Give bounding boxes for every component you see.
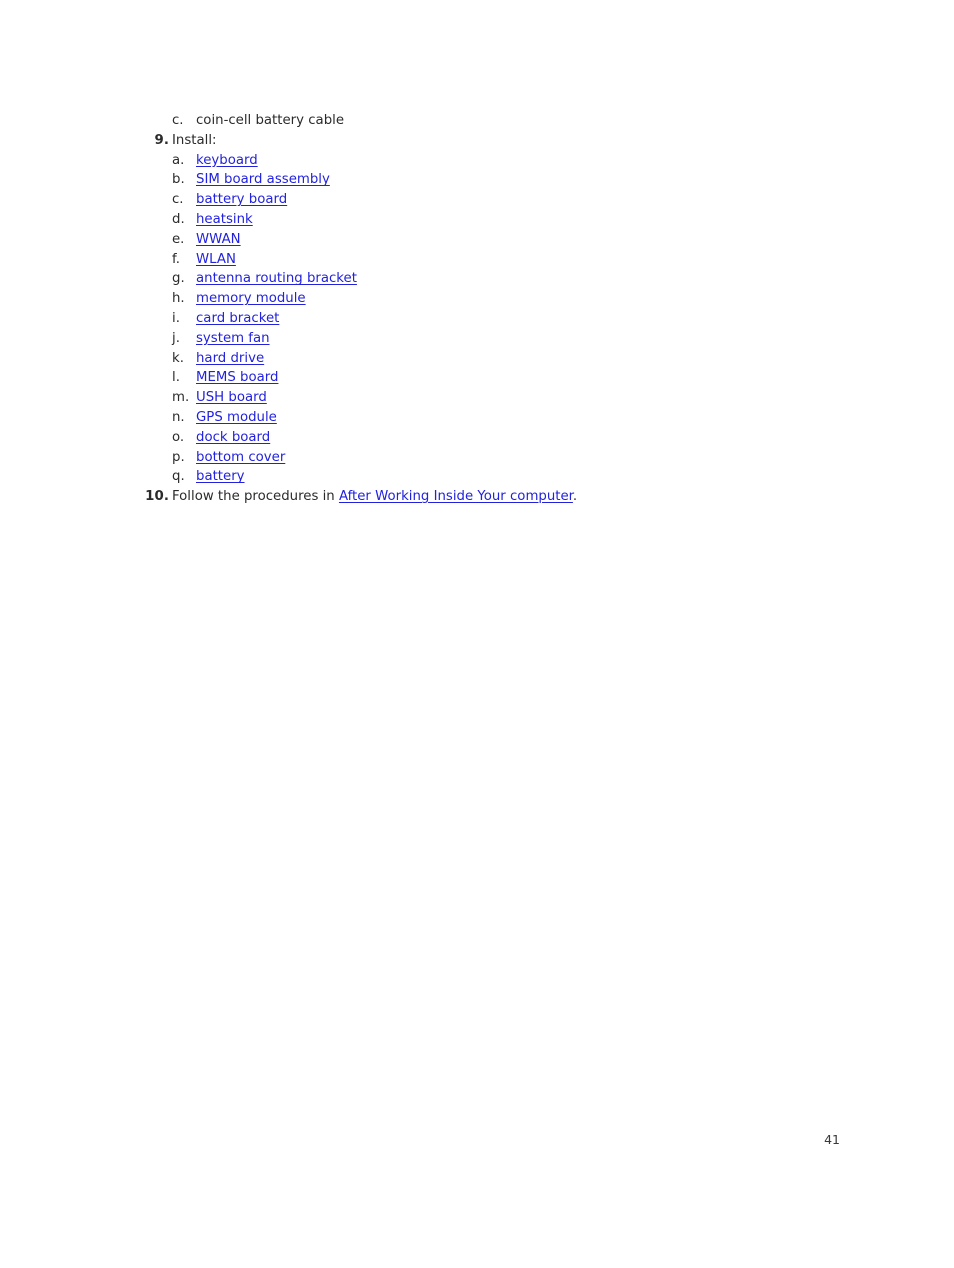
list-item-text: WWAN [196, 230, 241, 250]
component-link[interactable]: battery [196, 469, 245, 484]
lettered-subitem: d. heatsink [0, 210, 954, 230]
list-item-text: Install: [169, 131, 217, 151]
component-link[interactable]: antenna routing bracket [196, 271, 357, 286]
lettered-subitem: p. bottom cover [0, 448, 954, 468]
list-item-text: antenna routing bracket [196, 269, 357, 289]
list-item-text: hard drive [196, 349, 264, 369]
list-marker: p. [172, 449, 185, 465]
list-item-text: battery board [196, 190, 287, 210]
list-item-text: dock board [196, 428, 270, 448]
lettered-subitem: g. antenna routing bracket [0, 269, 954, 289]
list-item-text: WLAN [196, 250, 236, 270]
list-item-text: card bracket [196, 309, 279, 329]
lettered-subitem: k. hard drive [0, 349, 954, 369]
page-number: 41 [824, 1132, 840, 1147]
lettered-subitem: c. coin-cell battery cable [0, 111, 954, 131]
list-item-text: MEMS board [196, 368, 278, 388]
list-marker: m. [172, 390, 190, 406]
list-item-text: keyboard [196, 151, 258, 171]
list-marker: q. [172, 469, 185, 485]
component-link[interactable]: hard drive [196, 351, 264, 366]
list-marker: f. [172, 251, 180, 267]
lettered-subitem: c. battery board [0, 190, 954, 210]
component-link[interactable]: SIM board assembly [196, 172, 330, 187]
lettered-subitem: b. SIM board assembly [0, 170, 954, 190]
lettered-subitem: l. MEMS board [0, 368, 954, 388]
list-marker: j. [172, 330, 180, 346]
component-link[interactable]: WWAN [196, 232, 241, 247]
list-marker: h. [172, 291, 185, 307]
list-item-text: battery [196, 467, 245, 487]
list-marker: 9. [154, 132, 169, 148]
component-link[interactable]: system fan [196, 331, 270, 346]
document-page: c. coin-cell battery cable 9. Install: a. key… [0, 0, 954, 1268]
lettered-subitem: i. card bracket [0, 309, 954, 329]
list-item-text: GPS module [196, 408, 277, 428]
list-marker: c. [172, 192, 184, 208]
list-marker: e. [172, 231, 185, 247]
lettered-subitem: a. keyboard [0, 151, 954, 171]
list-marker: 10. [145, 489, 169, 505]
list-item-text: bottom cover [196, 448, 285, 468]
lettered-subitem: n. GPS module [0, 408, 954, 428]
plain-text: Install: [172, 132, 217, 148]
lettered-subitem: j. system fan [0, 329, 954, 349]
component-link[interactable]: GPS module [196, 410, 277, 425]
list-marker: c. [172, 113, 184, 128]
list-marker: a. [172, 152, 185, 168]
list-marker: d. [172, 211, 185, 227]
component-link[interactable]: card bracket [196, 311, 279, 326]
list-marker: l. [172, 370, 180, 386]
procedure-list: c. coin-cell battery cable 9. Install: a. key… [0, 111, 954, 507]
list-item-text: Follow the procedures in After Working I… [169, 487, 577, 507]
list-marker: n. [172, 409, 185, 425]
lettered-subitem: f. WLAN [0, 250, 954, 270]
list-marker: i. [172, 310, 180, 326]
step-text-prefix: Follow the procedures in [172, 489, 339, 505]
component-link[interactable]: heatsink [196, 212, 253, 227]
list-marker: o. [172, 429, 185, 445]
lettered-subitem: q. battery [0, 467, 954, 487]
component-link[interactable]: bottom cover [196, 450, 285, 465]
lettered-subitem: e. WWAN [0, 230, 954, 250]
plain-text: coin-cell battery cable [196, 113, 345, 128]
list-marker: b. [172, 172, 185, 188]
component-link[interactable]: dock board [196, 430, 270, 445]
component-link[interactable]: WLAN [196, 252, 236, 267]
list-item-text: system fan [196, 329, 270, 349]
list-marker: k. [172, 350, 184, 366]
lettered-subitem: o. dock board [0, 428, 954, 448]
list-marker: g. [172, 271, 185, 287]
step-text-suffix: . [572, 489, 578, 505]
component-link[interactable]: keyboard [196, 153, 258, 168]
cross-reference-link[interactable]: After Working Inside Your computer [339, 489, 573, 504]
list-item-text: USH board [196, 388, 267, 408]
list-item-text: SIM board assembly [196, 170, 330, 190]
list-item-text: heatsink [196, 210, 253, 230]
list-item-text: memory module [196, 289, 306, 309]
list-item-text: coin-cell battery cable [196, 111, 344, 131]
component-link[interactable]: USH board [196, 390, 267, 405]
component-link[interactable]: memory module [196, 291, 306, 306]
lettered-subitem: m. USH board [0, 388, 954, 408]
numbered-step: 10. Follow the procedures in After Workin… [0, 487, 954, 507]
lettered-subitem: h. memory module [0, 289, 954, 309]
component-link[interactable]: MEMS board [196, 370, 278, 385]
numbered-step: 9. Install: [0, 131, 954, 151]
component-link[interactable]: battery board [196, 192, 287, 207]
